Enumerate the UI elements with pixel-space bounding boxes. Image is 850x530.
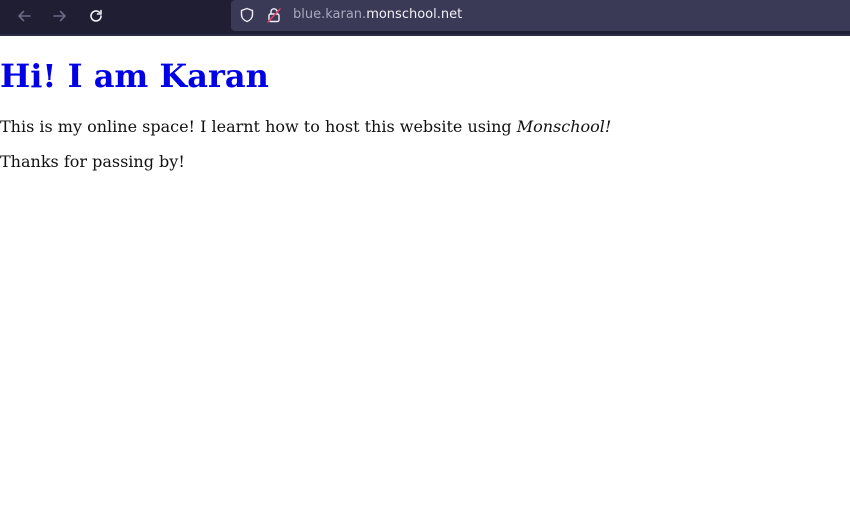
arrow-left-icon (18, 10, 31, 22)
arrow-right-icon (53, 10, 66, 22)
address-bar[interactable]: blue.karan.monschool.net (231, 0, 850, 31)
shield-icon[interactable] (239, 7, 255, 23)
url-domain: monschool.net (366, 7, 463, 22)
thanks-paragraph: Thanks for passing by! (0, 152, 185, 171)
monschool-emphasis: Monschool! (516, 117, 612, 136)
reload-button[interactable] (84, 4, 108, 28)
back-button[interactable] (12, 4, 36, 28)
browser-toolbar: blue.karan.monschool.net (0, 0, 850, 36)
forward-button[interactable] (48, 4, 72, 28)
intro-text: This is my online space! I learnt how to… (0, 117, 517, 136)
toolbar-divider (0, 34, 850, 36)
page-heading: Hi! I am Karan (0, 57, 269, 95)
intro-paragraph: This is my online space! I learnt how to… (0, 117, 611, 137)
lock-icon[interactable] (267, 7, 281, 23)
url-subdomain: blue.karan. (293, 7, 367, 22)
reload-icon (90, 9, 102, 22)
url-text[interactable]: blue.karan.monschool.net (293, 7, 462, 23)
